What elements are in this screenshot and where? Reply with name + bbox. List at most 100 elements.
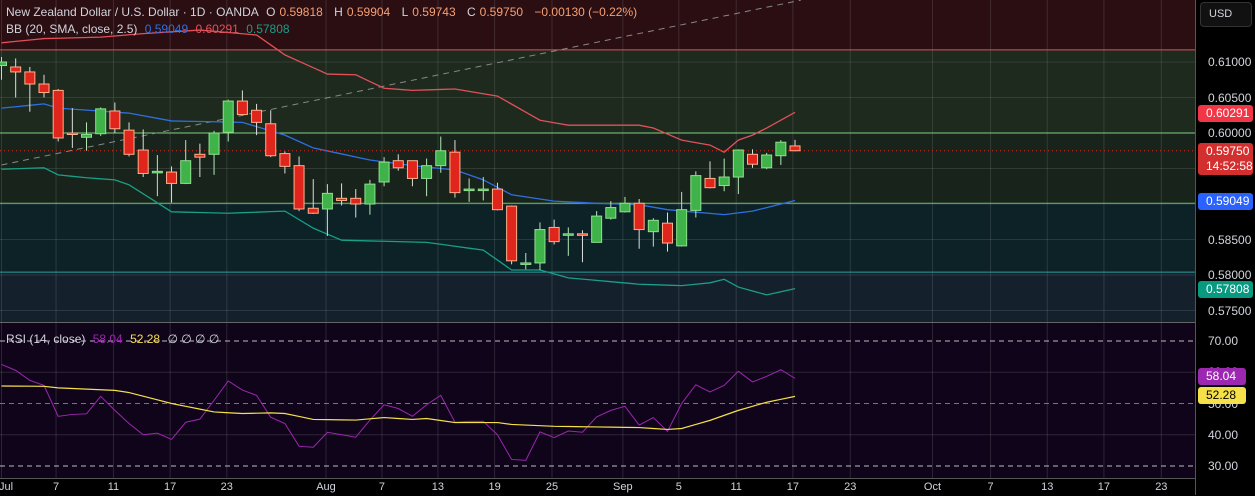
- bb-upper-badge: 0.60291: [1198, 105, 1253, 122]
- rsi-legend[interactable]: RSI (14, close) 58.04 52.28 ∅ ∅ ∅ ∅: [6, 332, 223, 346]
- time-tick-label: 5: [675, 481, 682, 493]
- rsi-extra-values: ∅ ∅ ∅ ∅: [167, 332, 220, 346]
- price-tick-label: 0.58000: [1208, 268, 1252, 282]
- high-label: H: [334, 5, 343, 19]
- bb-lower-badge: 0.57808: [1198, 281, 1253, 298]
- rsi-badge: 58.04: [1198, 368, 1246, 385]
- candle: [52, 89, 64, 139]
- time-tick-label: Jul: [0, 481, 14, 493]
- time-tick-label: 19: [488, 481, 501, 493]
- last-price: 0.59750: [1206, 144, 1250, 158]
- candle: [336, 197, 348, 201]
- candle: [137, 149, 149, 174]
- price-tick-label: 0.57500: [1208, 303, 1252, 318]
- time-scale[interactable]: Jul 7 11 17 23 Aug 7 13 19 25 Sep 5 11 17 23 Oct 7 13 17 23: [0, 478, 1195, 496]
- candle: [690, 175, 702, 211]
- candle: [605, 207, 617, 219]
- candle: [307, 207, 319, 214]
- bar-countdown: 14:52:58: [1206, 159, 1253, 173]
- bb-label: BB (20, SMA, close, 2.5): [6, 22, 138, 36]
- candle: [647, 219, 659, 233]
- candle: [208, 132, 220, 155]
- candle: [0, 61, 7, 67]
- candle: [222, 100, 234, 133]
- candle: [633, 202, 645, 231]
- price-tick-label: 0.61000: [1208, 55, 1252, 69]
- candle: [562, 233, 574, 236]
- time-tick-label: Sep: [613, 481, 633, 493]
- rsi-value: 58.04: [92, 332, 123, 346]
- candle: [747, 153, 759, 165]
- symbol-legend: New Zealand Dollar / U.S. Dollar · 1D · …: [6, 5, 641, 19]
- time-tick-label: 13: [1041, 481, 1054, 493]
- candle: [180, 160, 192, 184]
- symbol-title: New Zealand Dollar / U.S. Dollar · 1D · …: [6, 5, 259, 19]
- rsi-ma-value: 52.28: [130, 332, 161, 346]
- candle: [194, 153, 206, 158]
- time-tick-label: Aug: [316, 481, 336, 493]
- candle: [166, 171, 178, 184]
- candle: [421, 165, 433, 179]
- low-value: 0.59743: [412, 5, 456, 19]
- candle: [95, 108, 107, 135]
- rsi-pane-background: [0, 323, 1195, 478]
- candle: [435, 150, 447, 167]
- candle: [491, 188, 503, 211]
- candle: [66, 132, 78, 135]
- time-tick-label: 7: [52, 481, 60, 493]
- candle: [548, 226, 560, 243]
- candle: [619, 202, 631, 213]
- time-tick-label: 17: [163, 481, 177, 493]
- candle: [718, 176, 730, 187]
- close-label: C: [467, 5, 476, 19]
- price-scale[interactable]: USD 30.0040.0050.0060.0070.000.575000.58…: [1195, 0, 1255, 495]
- candle: [123, 129, 135, 155]
- candle: [364, 183, 376, 205]
- price-chart[interactable]: [0, 0, 1195, 478]
- candle: [704, 177, 716, 189]
- candle: [463, 188, 475, 192]
- low-label: L: [401, 5, 409, 19]
- close-value: 0.59750: [479, 5, 524, 19]
- candle: [661, 222, 673, 244]
- rsi-tick-label: 40.00: [1208, 427, 1239, 442]
- candle: [251, 109, 263, 123]
- bb-basis-badge: 0.59049: [1198, 193, 1253, 210]
- candle: [236, 100, 248, 116]
- bb-lower-value: 0.57808: [246, 22, 290, 36]
- time-tick-label: 23: [1155, 481, 1168, 493]
- candle: [576, 233, 588, 236]
- candle: [506, 205, 518, 262]
- time-tick-label: 11: [107, 481, 120, 493]
- open-value: 0.59818: [279, 5, 323, 19]
- time-tick-label: Oct: [923, 481, 942, 493]
- bb-upper-value: 0.60291: [195, 22, 239, 36]
- time-tick-label: 25: [545, 481, 559, 493]
- candle: [265, 123, 277, 157]
- candle: [477, 188, 489, 192]
- time-tick-label: 11: [730, 481, 742, 493]
- candle: [109, 110, 121, 130]
- candle: [321, 192, 333, 210]
- candle: [279, 153, 291, 167]
- time-tick-label: 7: [987, 481, 994, 493]
- candle: [350, 197, 362, 205]
- rsi-ma-badge: 52.28: [1198, 387, 1246, 404]
- candle: [534, 229, 546, 264]
- candle: [591, 215, 603, 243]
- candle: [293, 165, 305, 210]
- bb-legend[interactable]: BB (20, SMA, close, 2.5) 0.59049 0.60291…: [6, 22, 294, 36]
- time-tick-label: 17: [786, 481, 800, 493]
- time-tick-label: 23: [220, 481, 233, 493]
- open-label: O: [266, 5, 276, 19]
- candle: [449, 151, 461, 194]
- candle: [151, 170, 163, 174]
- time-tick-label: 13: [431, 481, 445, 493]
- last-price-badge: 0.59750 14:52:58: [1198, 143, 1253, 175]
- candle: [775, 141, 787, 157]
- candle: [24, 71, 36, 85]
- currency-button[interactable]: USD: [1200, 2, 1252, 27]
- candle: [789, 145, 801, 152]
- rsi-label: RSI (14, close): [6, 332, 86, 346]
- candle: [378, 161, 390, 183]
